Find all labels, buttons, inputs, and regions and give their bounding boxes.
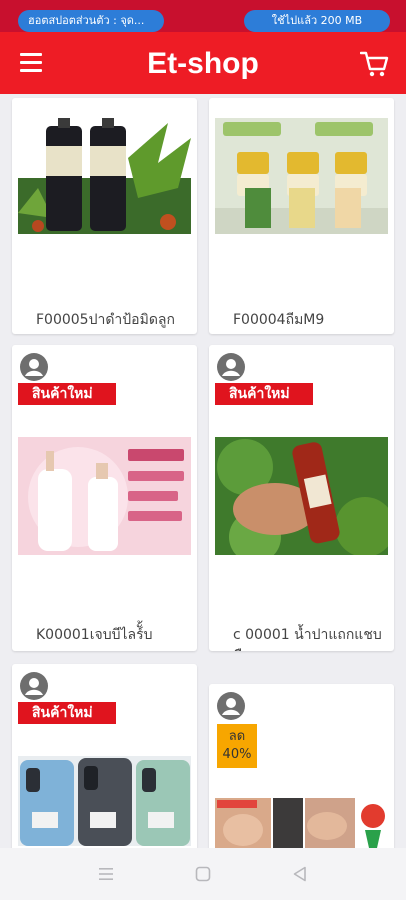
app-bar: Et-shop [0, 32, 406, 94]
seller-avatar-icon [20, 353, 48, 381]
product-image [18, 437, 191, 555]
new-product-badge: สินค้าใหม่ [215, 383, 313, 405]
home-icon[interactable] [193, 864, 213, 884]
product-card[interactable]: F00005ปาดำป้อมิดลูก [12, 98, 197, 334]
discount-value: 40% [222, 747, 252, 762]
data-usage-pill[interactable]: ใช้ไปแล้ว 200 MB [244, 10, 390, 32]
status-bar: ฮอตสปอตส่วนตัว : จุด... ใช้ไปแล้ว 200 MB [0, 0, 406, 32]
system-navigation-bar [0, 848, 406, 900]
product-image [215, 796, 388, 848]
product-card[interactable]: F00004ถีมM9 [209, 98, 394, 334]
hotspot-pill[interactable]: ฮอตสปอตส่วนตัว : จุด... [18, 10, 164, 32]
product-card[interactable]: ลด 40% [209, 684, 394, 848]
product-name: c 00001 น้ำปาแถกแชบมือ [233, 627, 382, 651]
app-title: Et-shop [147, 47, 259, 80]
product-card[interactable]: สินค้าใหม่ c 00001 น้ำปาแถกแชบมือ [209, 345, 394, 651]
discount-badge: ลด 40% [217, 724, 257, 768]
product-image [215, 118, 388, 234]
seller-avatar-icon [217, 692, 245, 720]
product-card[interactable]: สินค้าใหม่ [12, 664, 197, 848]
back-icon[interactable] [290, 864, 310, 884]
product-name: K00001เจบบีไลร์ั้บ [36, 627, 153, 643]
product-image [215, 437, 394, 563]
product-image [18, 118, 191, 234]
product-name: F00005ปาดำป้อมิดลูก [36, 312, 175, 328]
recent-apps-icon[interactable] [96, 864, 116, 884]
discount-label: ลด [228, 729, 246, 744]
new-product-badge: สินค้าใหม่ [18, 383, 116, 405]
product-card[interactable]: สินค้าใหม่ K00001เจบบีไลร์ั้บ [12, 345, 197, 651]
seller-avatar-icon [20, 672, 48, 700]
product-grid: F00005ปาดำป้อมิดลูก F00004ถีมM9 สินค้าให… [0, 94, 406, 848]
seller-avatar-icon [217, 353, 245, 381]
new-product-badge: สินค้าใหม่ [18, 702, 116, 724]
product-image [18, 756, 191, 846]
product-name: F00004ถีมM9 [233, 312, 325, 328]
shopping-cart-icon[interactable] [359, 50, 390, 78]
